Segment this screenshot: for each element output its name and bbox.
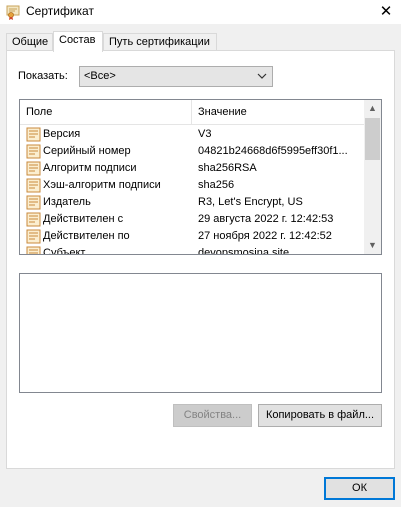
field-name: Версия xyxy=(43,128,81,140)
details-panel: Показать: <Все> Поле Значение Версия V3 Се… xyxy=(6,50,395,469)
field-name: Действителен с xyxy=(43,213,124,225)
table-row[interactable]: Субъект devopsmosina.site xyxy=(20,245,365,255)
field-value: V3 xyxy=(198,128,212,140)
certificate-dialog: Сертификат ✕ Общие Состав Путь сертифика… xyxy=(0,0,401,507)
certificate-icon xyxy=(6,5,20,20)
field-value: devopsmosina.site xyxy=(198,247,290,255)
field-value: 27 ноября 2022 г. 12:42:52 xyxy=(198,230,332,242)
field-value: R3, Let's Encrypt, US xyxy=(198,196,303,208)
title-bar: Сертификат ✕ xyxy=(0,0,401,24)
field-name: Действителен по xyxy=(43,230,130,242)
field-icon xyxy=(26,144,41,159)
fields-list[interactable]: Поле Значение Версия V3 Серийный номер 0482… xyxy=(19,99,382,255)
list-rows: Версия V3 Серийный номер 04821b24668d6f5995… xyxy=(20,126,365,255)
scroll-up-icon[interactable]: ▲ xyxy=(364,100,381,117)
table-row[interactable]: Издатель R3, Let's Encrypt, US xyxy=(20,194,365,211)
show-dropdown[interactable]: <Все> xyxy=(79,66,273,87)
show-label: Показать: xyxy=(18,70,68,82)
table-row[interactable]: Версия V3 xyxy=(20,126,365,143)
field-icon xyxy=(26,178,41,193)
chevron-down-icon xyxy=(257,73,267,79)
show-dropdown-value: <Все> xyxy=(84,70,116,82)
properties-button[interactable]: Свойства... xyxy=(173,404,252,427)
column-divider[interactable] xyxy=(191,100,192,125)
close-icon: ✕ xyxy=(379,3,393,20)
table-row[interactable]: Алгоритм подписи sha256RSA xyxy=(20,160,365,177)
table-row[interactable]: Серийный номер 04821b24668d6f5995eff30f1.… xyxy=(20,143,365,160)
field-value: sha256RSA xyxy=(198,162,257,174)
field-icon xyxy=(26,127,41,142)
field-icon xyxy=(26,161,41,176)
field-name: Субъект xyxy=(43,247,86,255)
field-value: sha256 xyxy=(198,179,235,191)
copy-to-file-button[interactable]: Копировать в файл... xyxy=(258,404,382,427)
field-icon xyxy=(26,246,41,254)
column-header-field[interactable]: Поле xyxy=(26,100,191,125)
window-title: Сертификат xyxy=(26,4,94,18)
field-icon xyxy=(26,229,41,244)
table-row[interactable]: Действителен с 29 августа 2022 г. 12:42:5… xyxy=(20,211,365,228)
list-header: Поле Значение xyxy=(20,100,365,125)
scroll-thumb[interactable] xyxy=(365,118,380,160)
field-name: Алгоритм подписи xyxy=(43,162,137,174)
field-value: 29 августа 2022 г. 12:42:53 xyxy=(198,213,334,225)
tab-certification-path[interactable]: Путь сертификации xyxy=(103,33,217,51)
field-icon xyxy=(26,212,41,227)
scroll-down-icon[interactable]: ▼ xyxy=(364,237,381,254)
field-name: Издатель xyxy=(43,196,91,208)
field-icon xyxy=(26,195,41,210)
field-value: 04821b24668d6f5995eff30f1... xyxy=(198,145,348,157)
field-detail-box[interactable] xyxy=(19,273,382,393)
close-button[interactable]: ✕ xyxy=(371,0,401,24)
field-name: Серийный номер xyxy=(43,145,131,157)
vertical-scrollbar[interactable]: ▲ ▼ xyxy=(364,100,381,254)
column-header-value[interactable]: Значение xyxy=(198,100,247,125)
field-name: Хэш-алгоритм подписи xyxy=(43,179,161,191)
ok-button[interactable]: ОК xyxy=(324,477,395,500)
table-row[interactable]: Действителен по 27 ноября 2022 г. 12:42:5… xyxy=(20,228,365,245)
tab-details[interactable]: Состав xyxy=(53,31,103,52)
table-row[interactable]: Хэш-алгоритм подписи sha256 xyxy=(20,177,365,194)
tab-general[interactable]: Общие xyxy=(6,33,53,51)
